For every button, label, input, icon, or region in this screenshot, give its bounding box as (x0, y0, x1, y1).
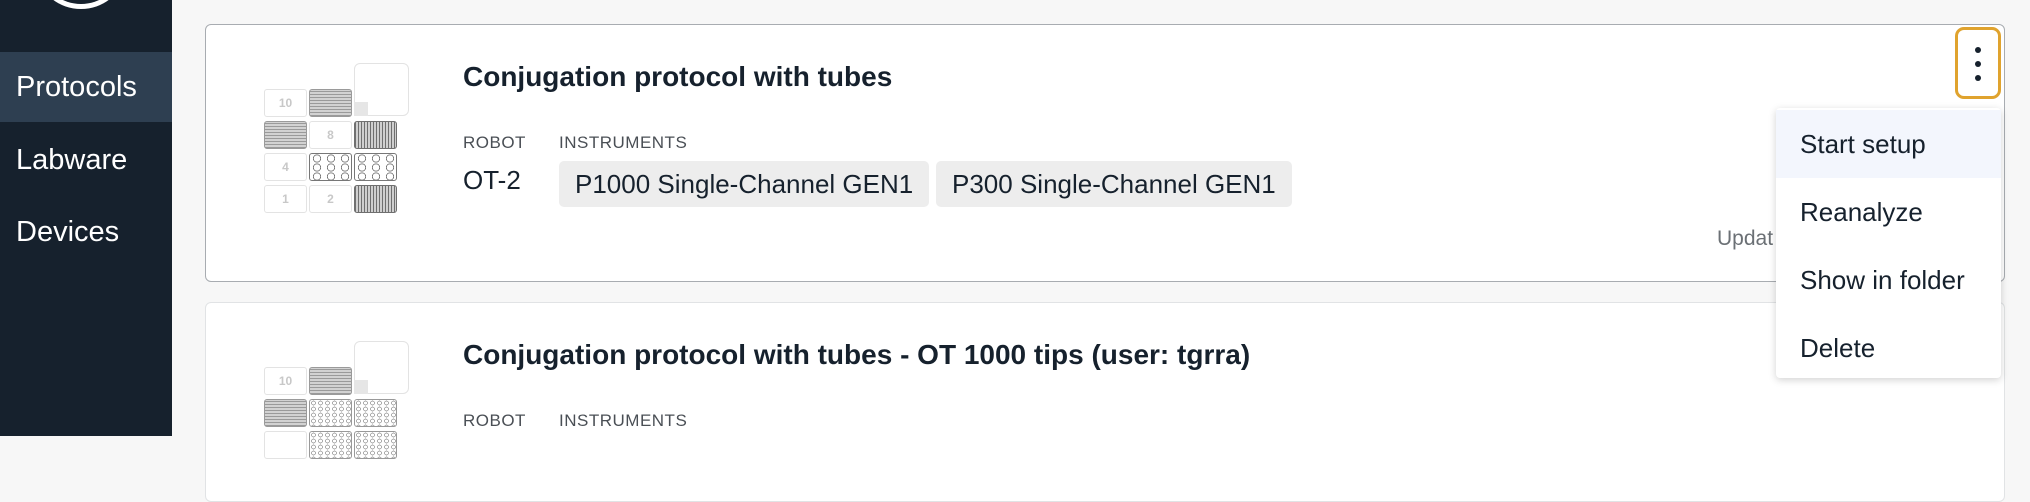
protocol-title[interactable]: Conjugation protocol with tubes (463, 61, 892, 93)
deck-slot-labware (264, 399, 307, 427)
deck-map-thumbnail: 10 8 4 1 2 (262, 63, 409, 213)
robot-label: ROBOT (463, 411, 526, 430)
deck-slot-labware (309, 367, 352, 395)
deck-slot: 8 (309, 121, 352, 149)
protocol-card[interactable]: 10 8 4 1 2 Conjugation protocol with tub… (205, 24, 2005, 282)
updated-timestamp: Updat (1717, 227, 1774, 250)
deck-slot-marker (354, 102, 368, 116)
overflow-menu-button[interactable] (1955, 27, 2001, 99)
deck-slot: 4 (264, 153, 307, 181)
instruments-label: INSTRUMENTS (559, 411, 688, 430)
deck-slot: 10 (264, 367, 307, 395)
menu-item-start-setup[interactable]: Start setup (1776, 110, 2001, 178)
app-logo-icon (40, 0, 122, 9)
robot-label: ROBOT (463, 133, 526, 152)
protocol-card[interactable]: 10 Conjugation protocol with tubes - OT … (205, 302, 2005, 502)
menu-item-show-in-folder[interactable]: Show in folder (1776, 246, 2001, 314)
deck-map-thumbnail: 10 (262, 341, 409, 491)
deck-slot-tiprack (354, 185, 397, 213)
deck-slot: 1 (264, 185, 307, 213)
sidebar: Protocols Labware Devices (0, 0, 172, 436)
instrument-chip: P300 Single-Channel GEN1 (936, 161, 1292, 207)
menu-item-reanalyze[interactable]: Reanalyze (1776, 178, 2001, 246)
deck-slot-tuberack (309, 153, 352, 181)
nav-item-labware[interactable]: Labware (0, 125, 172, 195)
nav-item-protocols[interactable]: Protocols (0, 52, 172, 122)
instrument-chip: P1000 Single-Channel GEN1 (559, 161, 930, 207)
deck-slot-tuberack (354, 431, 397, 459)
deck-slot-labware (264, 121, 307, 149)
deck-slot-labware (309, 89, 352, 117)
deck-slot-tuberack (309, 399, 352, 427)
main-content: 10 8 4 1 2 Conjugation protocol with tub… (172, 0, 2030, 502)
more-vertical-icon-dot (1975, 75, 1981, 81)
more-vertical-icon-dot (1975, 61, 1981, 67)
overflow-menu: Start setup Reanalyze Show in folder Del… (1776, 108, 2001, 378)
nav-item-devices[interactable]: Devices (0, 197, 172, 267)
deck-slot-tuberack (354, 153, 397, 181)
protocol-title[interactable]: Conjugation protocol with tubes - OT 100… (463, 339, 1250, 371)
deck-slot (264, 431, 307, 459)
deck-slot: 10 (264, 89, 307, 117)
more-vertical-icon (1975, 47, 1981, 53)
instruments-label: INSTRUMENTS (559, 133, 688, 152)
menu-item-delete[interactable]: Delete (1776, 314, 2001, 382)
deck-slot-tiprack (354, 121, 397, 149)
deck-slot-marker (354, 380, 368, 394)
deck-slot-tuberack (309, 431, 352, 459)
deck-slot: 2 (309, 185, 352, 213)
robot-value: OT-2 (463, 165, 521, 195)
deck-slot-tuberack (354, 399, 397, 427)
